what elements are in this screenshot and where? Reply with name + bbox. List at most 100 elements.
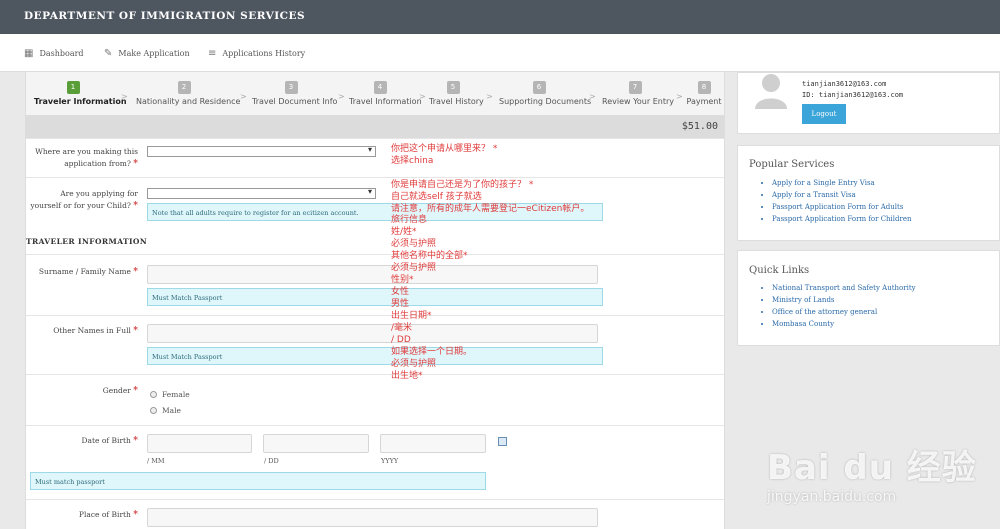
- watermark-logo: Bai du 经验: [767, 448, 977, 488]
- surname-label: Surname / Family Name *: [30, 266, 138, 278]
- surname-input[interactable]: [147, 265, 598, 284]
- step-separator: >: [121, 92, 128, 101]
- main-nav: ▦ Dashboard ✎ Make Application ≡ Applica…: [0, 34, 1000, 72]
- total-price: $51.00: [681, 121, 718, 132]
- gender-female-label: Female: [162, 390, 190, 399]
- annotation-text: 必须与护照: [391, 239, 437, 249]
- step-1[interactable]: 1 Traveler Information: [34, 81, 127, 106]
- other-names-label-text: Other Names in Full: [53, 326, 131, 335]
- annotation-text: 你是申请自己还是为了你的孩子？ *: [391, 180, 534, 190]
- step-label: Traveler Information: [34, 97, 127, 106]
- required-mark: *: [133, 436, 138, 446]
- watermark-url: jingyan.baidu.com: [767, 489, 897, 505]
- nav-dashboard-label: Dashboard: [39, 49, 84, 58]
- step-separator: >: [240, 92, 247, 101]
- step-label: Supporting Documents: [499, 97, 592, 106]
- step-label: Nationality and Residence: [136, 97, 241, 106]
- popular-services-card: Popular Services Apply for a Single Entr…: [737, 145, 1000, 241]
- step-label: Travel Information: [349, 97, 422, 106]
- application-origin-select[interactable]: [147, 145, 376, 157]
- annotation-text: 出生日期*: [391, 311, 432, 321]
- step-label: Payment: [686, 97, 722, 106]
- application-form-panel: 1 Traveler Information > 2 Nationality a…: [25, 72, 725, 529]
- divider: [26, 315, 724, 316]
- popular-services-list: Apply for a Single Entry Visa Apply for …: [762, 177, 912, 225]
- annotation-text: 其他名称中的全部*: [391, 251, 468, 261]
- wizard-steps: 1 Traveler Information > 2 Nationality a…: [26, 72, 724, 116]
- pob-label-text: Place of Birth: [78, 510, 131, 519]
- step-6[interactable]: 6 Supporting Documents: [499, 81, 591, 106]
- quick-link[interactable]: Office of the attorney general: [772, 306, 916, 318]
- radio-circle: [150, 407, 157, 414]
- nav-applications-history[interactable]: ≡ Applications History: [208, 48, 305, 59]
- quick-links-list: National Transport and Safety Authority …: [762, 282, 916, 330]
- user-card: tianjian3612@163.com ID: tianjian3612@16…: [737, 72, 1000, 134]
- step-separator: >: [676, 92, 683, 101]
- annotation-text: 你把这个申请从哪里来？ *: [391, 144, 498, 154]
- quick-link[interactable]: National Transport and Safety Authority: [772, 282, 916, 294]
- gender-female-radio[interactable]: Female: [150, 390, 190, 399]
- step-label: Travel History: [429, 97, 484, 106]
- popular-service-link[interactable]: Apply for a Transit Visa: [772, 189, 912, 201]
- dashboard-icon: ▦: [24, 48, 34, 59]
- dob-month-input[interactable]: [147, 434, 252, 453]
- other-names-note: Must Match Passport: [147, 347, 603, 365]
- step-number: 7: [628, 81, 642, 94]
- nav-make-application[interactable]: ✎ Make Application: [104, 48, 190, 59]
- logout-button[interactable]: Logout: [802, 104, 846, 124]
- applicant-type-select[interactable]: [147, 187, 376, 199]
- annotation-text: 必须与护照: [391, 359, 437, 369]
- annotation-text: 性别*: [391, 275, 414, 285]
- pob-input[interactable]: [147, 508, 598, 527]
- baidu-watermark: Bai du 经验 jingyan.baidu.com: [767, 440, 977, 505]
- annotation-text: 如果选择一个日期。: [391, 347, 473, 357]
- step-number: 2: [177, 81, 191, 94]
- required-mark: *: [133, 510, 138, 520]
- annotation-text: /毫米: [391, 323, 413, 333]
- popular-service-link[interactable]: Passport Application Form for Children: [772, 213, 912, 225]
- step-number: 3: [284, 81, 298, 94]
- applicant-type-label: Are you applying for yourself or for you…: [30, 188, 138, 212]
- section-traveler-information: TRAVELER INFORMATION: [26, 237, 148, 246]
- application-origin-label: Where are you making this application fr…: [30, 146, 138, 170]
- step-8[interactable]: 8 Payment: [686, 81, 722, 106]
- dob-year-input[interactable]: [380, 434, 486, 453]
- gender-male-label: Male: [162, 406, 181, 415]
- divider: [26, 177, 724, 178]
- required-mark: *: [133, 326, 138, 336]
- dob-label-text: Date of Birth: [81, 436, 131, 445]
- quick-links-title: Quick Links: [749, 265, 810, 276]
- annotation-text: 旅行信息: [391, 215, 428, 225]
- dob-day-input[interactable]: [263, 434, 369, 453]
- quick-link[interactable]: Mombasa County: [772, 318, 916, 330]
- step-4[interactable]: 4 Travel Information: [349, 81, 422, 106]
- annotation-text: 自己就选self 孩子就选: [391, 192, 482, 202]
- gender-label: Gender *: [30, 385, 138, 397]
- annotation-text: 女性: [391, 287, 410, 297]
- step-number: 6: [532, 81, 546, 94]
- nav-make-application-label: Make Application: [118, 49, 190, 58]
- required-mark: *: [133, 267, 138, 277]
- other-names-input[interactable]: [147, 324, 598, 343]
- divider: [26, 138, 724, 139]
- quick-links-card: Quick Links National Transport and Safet…: [737, 250, 1000, 346]
- step-7[interactable]: 7 Review Your Entry: [602, 81, 674, 106]
- step-3[interactable]: 3 Travel Document Info: [252, 81, 337, 106]
- annotation-text: 出生地*: [391, 371, 423, 381]
- step-2[interactable]: 2 Nationality and Residence: [136, 81, 240, 106]
- calendar-icon[interactable]: [498, 437, 507, 446]
- popular-service-link[interactable]: Apply for a Single Entry Visa: [772, 177, 912, 189]
- step-separator: >: [486, 92, 493, 101]
- required-mark: *: [133, 201, 138, 211]
- dob-day-hint: / DD: [264, 457, 279, 465]
- annotation-text: 姓/姓*: [391, 227, 417, 237]
- nav-dashboard[interactable]: ▦ Dashboard: [24, 48, 84, 59]
- step-number: 5: [446, 81, 460, 94]
- popular-service-link[interactable]: Passport Application Form for Adults: [772, 201, 912, 213]
- step-number: 8: [697, 81, 711, 94]
- step-5[interactable]: 5 Travel History: [429, 81, 484, 106]
- divider: [26, 499, 724, 500]
- gender-male-radio[interactable]: Male: [150, 406, 181, 415]
- quick-link[interactable]: Ministry of Lands: [772, 294, 916, 306]
- dob-note: Must match passport: [30, 472, 486, 490]
